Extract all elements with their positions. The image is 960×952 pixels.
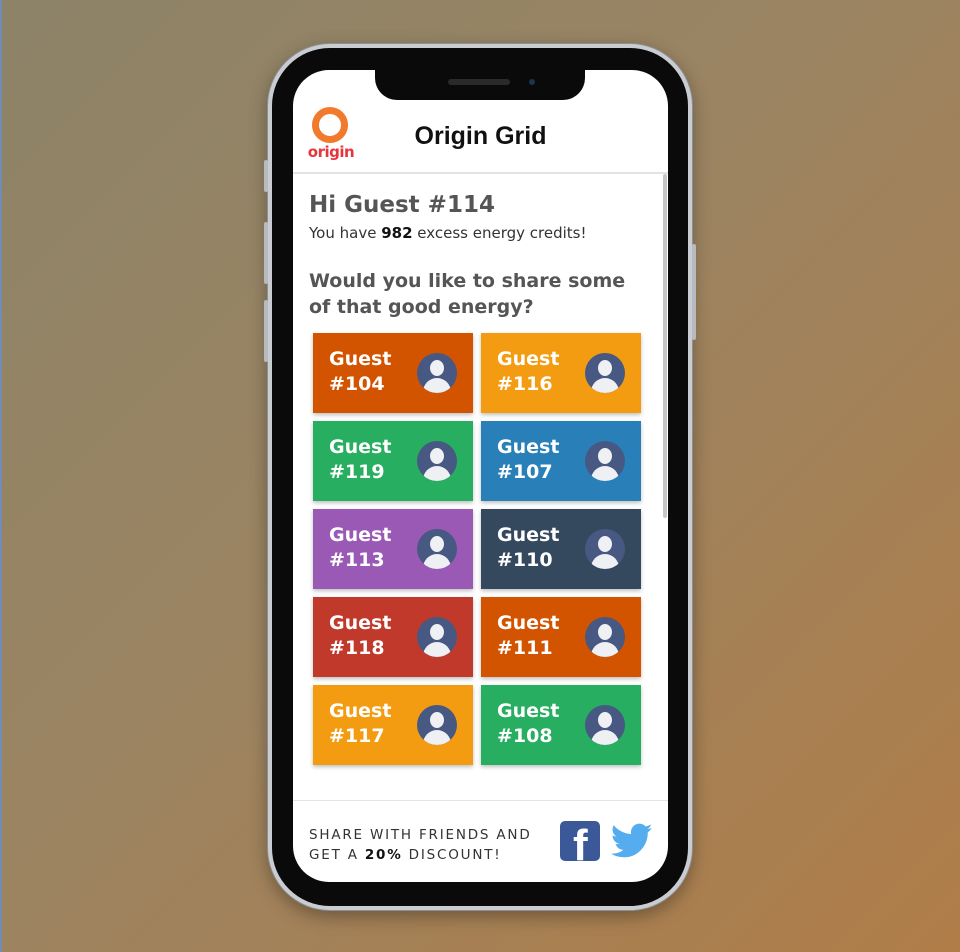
guest-name-line1: Guest bbox=[497, 524, 560, 546]
guest-name-line1: Guest bbox=[329, 348, 392, 370]
twitter-icon[interactable] bbox=[611, 822, 653, 860]
guest-name-line1: Guest bbox=[497, 612, 560, 634]
guest-id: #117 bbox=[329, 725, 385, 747]
share-line-2-prefix: GET A bbox=[309, 847, 365, 863]
volume-up-button bbox=[264, 222, 268, 284]
guest-card[interactable]: Guest #107 bbox=[481, 421, 641, 501]
user-avatar-icon bbox=[417, 529, 457, 569]
power-button bbox=[692, 244, 696, 340]
guest-id: #104 bbox=[329, 373, 385, 395]
share-line-2-suffix: DISCOUNT! bbox=[402, 847, 502, 863]
volume-down-button bbox=[264, 300, 268, 362]
guest-card[interactable]: Guest #117 bbox=[313, 685, 473, 765]
speaker-grille bbox=[448, 79, 510, 85]
guest-id: #119 bbox=[329, 461, 385, 483]
guest-name-line1: Guest bbox=[329, 612, 392, 634]
guest-name: Guest #107 bbox=[497, 435, 559, 485]
guest-name: Guest #113 bbox=[329, 523, 391, 573]
app-title: Origin Grid bbox=[414, 122, 547, 150]
guest-name: Guest #111 bbox=[497, 611, 559, 661]
mute-switch bbox=[264, 160, 268, 192]
guest-id: #107 bbox=[497, 461, 553, 483]
user-avatar-icon bbox=[585, 617, 625, 657]
guest-name: Guest #108 bbox=[497, 699, 559, 749]
guest-name-line1: Guest bbox=[329, 436, 392, 458]
guest-name-line1: Guest bbox=[497, 700, 560, 722]
user-avatar-icon bbox=[585, 441, 625, 481]
guest-id: #113 bbox=[329, 549, 385, 571]
user-avatar-icon bbox=[585, 705, 625, 745]
guest-name: Guest #117 bbox=[329, 699, 391, 749]
scrollbar[interactable] bbox=[663, 174, 667, 518]
guest-id: #116 bbox=[497, 373, 553, 395]
user-avatar-icon bbox=[585, 529, 625, 569]
guest-name: Guest #116 bbox=[497, 347, 559, 397]
share-promo-text: SHARE WITH FRIENDS AND GET A 20% DISCOUN… bbox=[309, 825, 532, 865]
guest-card[interactable]: Guest #110 bbox=[481, 509, 641, 589]
share-line-2: GET A 20% DISCOUNT! bbox=[309, 845, 532, 865]
guest-name: Guest #110 bbox=[497, 523, 559, 573]
guest-id: #110 bbox=[497, 549, 553, 571]
greeting-heading: Hi Guest #114 bbox=[309, 192, 495, 218]
guest-card[interactable]: Guest #113 bbox=[313, 509, 473, 589]
guest-name-line1: Guest bbox=[497, 348, 560, 370]
guest-card[interactable]: Guest #116 bbox=[481, 333, 641, 413]
share-line-1: SHARE WITH FRIENDS AND bbox=[309, 827, 532, 843]
app-screen: origin Origin Grid Hi Guest #114 You hav… bbox=[293, 70, 668, 882]
guest-name-line1: Guest bbox=[329, 700, 392, 722]
guest-card[interactable]: Guest #104 bbox=[313, 333, 473, 413]
page-edge bbox=[0, 0, 2, 952]
user-avatar-icon bbox=[417, 441, 457, 481]
guest-id: #118 bbox=[329, 637, 385, 659]
guest-card[interactable]: Guest #108 bbox=[481, 685, 641, 765]
guest-name-line1: Guest bbox=[497, 436, 560, 458]
guest-name-line1: Guest bbox=[329, 524, 392, 546]
front-camera bbox=[529, 79, 535, 85]
guest-card[interactable]: Guest #118 bbox=[313, 597, 473, 677]
user-avatar-icon bbox=[417, 705, 457, 745]
share-question: Would you like to share some of that goo… bbox=[309, 270, 626, 318]
facebook-icon[interactable]: f bbox=[560, 821, 600, 861]
discount-value: 20% bbox=[364, 847, 403, 863]
user-avatar-icon bbox=[585, 353, 625, 393]
credits-prefix: You have bbox=[309, 224, 382, 242]
guest-name: Guest #118 bbox=[329, 611, 391, 661]
guest-card[interactable]: Guest #111 bbox=[481, 597, 641, 677]
main-content[interactable]: Hi Guest #114 You have 982 excess energy… bbox=[293, 174, 668, 800]
guest-id: #108 bbox=[497, 725, 553, 747]
guest-name: Guest #119 bbox=[329, 435, 391, 485]
user-avatar-icon bbox=[417, 617, 457, 657]
share-footer: SHARE WITH FRIENDS AND GET A 20% DISCOUN… bbox=[293, 800, 668, 882]
guest-card[interactable]: Guest #119 bbox=[313, 421, 473, 501]
user-avatar-icon bbox=[417, 353, 457, 393]
credits-value: 982 bbox=[381, 224, 413, 242]
guest-id: #111 bbox=[497, 637, 553, 659]
credits-text: You have 982 excess energy credits! bbox=[309, 224, 586, 242]
credits-suffix: excess energy credits! bbox=[412, 224, 587, 242]
guest-name: Guest #104 bbox=[329, 347, 391, 397]
